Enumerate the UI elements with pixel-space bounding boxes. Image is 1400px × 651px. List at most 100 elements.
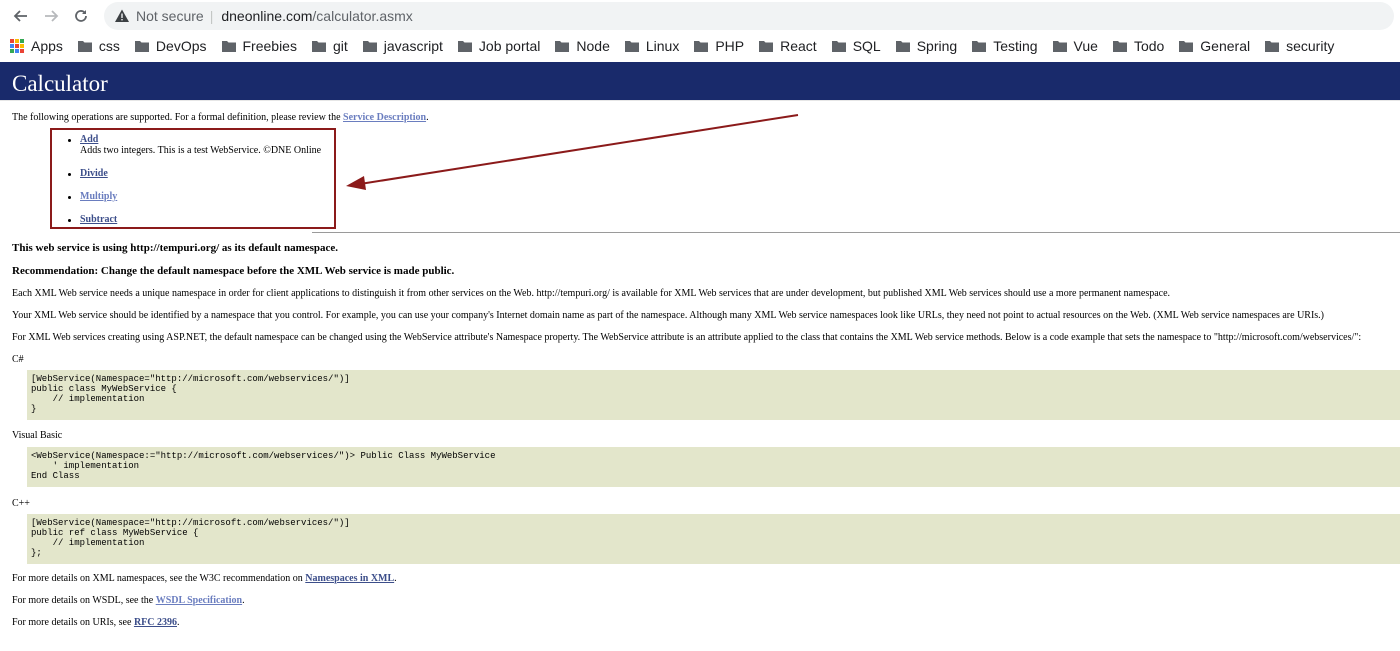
operation-link-multiply[interactable]: Multiply xyxy=(80,191,117,202)
bookmark-folder[interactable]: css xyxy=(77,38,120,54)
bookmark-label: css xyxy=(98,38,120,54)
folder-icon xyxy=(77,41,92,52)
reload-icon xyxy=(75,9,87,22)
folder-icon xyxy=(457,41,472,52)
folder-icon xyxy=(1052,41,1067,52)
operation-item: Multiply xyxy=(68,191,321,202)
more-xml-paragraph: For more details on XML namespaces, see … xyxy=(12,573,397,584)
wsdl-specification-link[interactable]: WSDL Specification xyxy=(156,595,242,606)
bookmark-label: Vue xyxy=(1073,38,1098,54)
code-language-csharp: C# xyxy=(12,354,24,365)
bookmark-label: Node xyxy=(576,38,610,54)
folder-icon xyxy=(362,41,377,52)
apps-grid-icon xyxy=(10,39,24,53)
bookmark-folder[interactable]: javascript xyxy=(362,38,443,54)
code-block-vb: <WebService(Namespace:="http://microsoft… xyxy=(27,447,1400,487)
bookmark-folder[interactable]: DevOps xyxy=(134,38,207,54)
paragraph-namespace-unique: Each XML Web service needs a unique name… xyxy=(12,288,1171,299)
bookmark-folder[interactable]: SQL xyxy=(831,38,881,54)
security-status: Not secure xyxy=(136,7,204,24)
forward-button[interactable] xyxy=(36,1,66,31)
operation-link-divide[interactable]: Divide xyxy=(80,168,108,179)
bookmark-label: git xyxy=(332,38,348,54)
namespace-notice: This web service is using http://tempuri… xyxy=(12,242,339,254)
folder-icon xyxy=(694,41,709,52)
operations-list: Add Adds two integers. This is a test Web… xyxy=(68,134,321,237)
bookmark-folder[interactable]: General xyxy=(1179,38,1250,54)
folder-icon xyxy=(555,41,570,52)
url-domain: dneonline.com xyxy=(221,7,313,24)
code-language-cpp: C++ xyxy=(12,498,30,509)
bookmark-label: Spring xyxy=(916,38,958,54)
bookmark-folder[interactable]: security xyxy=(1265,38,1334,54)
bookmark-folder[interactable]: Todo xyxy=(1112,38,1165,54)
warning-icon xyxy=(115,9,129,22)
bookmark-label: Testing xyxy=(993,38,1038,54)
folder-icon xyxy=(895,41,910,52)
bookmark-folder[interactable]: PHP xyxy=(694,38,744,54)
bookmark-label: Job portal xyxy=(478,38,541,54)
bookmark-folder[interactable]: Spring xyxy=(895,38,958,54)
folder-icon xyxy=(759,41,774,52)
address-bar[interactable]: Not secure | dneonline.com /calculator.a… xyxy=(104,1,1394,30)
bookmark-label: javascript xyxy=(383,38,443,54)
forward-arrow-icon xyxy=(45,9,59,22)
bookmarks-bar: Apps css DevOps Freebies git javascript Job po… xyxy=(0,31,1400,61)
more-wsdl-text: For more details on WSDL, see the xyxy=(12,595,156,606)
url-path: /calculator.asmx xyxy=(312,7,413,24)
operation-item: Divide xyxy=(68,168,321,179)
bookmark-label: Freebies xyxy=(242,38,297,54)
bookmark-folder[interactable]: Node xyxy=(555,38,610,54)
bookmark-apps[interactable]: Apps xyxy=(10,38,63,54)
bookmark-label: Linux xyxy=(645,38,680,54)
paragraph-namespace-control: Your XML Web service should be identifie… xyxy=(12,310,1325,321)
period: . xyxy=(177,617,180,628)
reload-button[interactable] xyxy=(66,1,96,31)
back-arrow-icon xyxy=(13,9,27,22)
folder-icon xyxy=(1265,41,1280,52)
operation-link-subtract[interactable]: Subtract xyxy=(80,214,117,225)
back-button[interactable] xyxy=(6,1,36,31)
bookmark-label: PHP xyxy=(715,38,745,54)
folder-icon xyxy=(1112,41,1127,52)
more-uri-paragraph: For more details on URIs, see RFC 2396. xyxy=(12,617,180,628)
bookmark-label: General xyxy=(1200,38,1251,54)
folder-icon xyxy=(831,41,846,52)
bookmark-folder[interactable]: Testing xyxy=(972,38,1038,54)
bookmark-label: DevOps xyxy=(155,38,207,54)
operation-item: Subtract xyxy=(68,214,321,225)
page-header: Calculator xyxy=(0,62,1400,101)
bookmark-label: React xyxy=(780,38,817,54)
more-wsdl-paragraph: For more details on WSDL, see the WSDL S… xyxy=(12,595,245,606)
bookmark-label: security xyxy=(1286,38,1335,54)
bookmark-folder[interactable]: React xyxy=(759,38,817,54)
code-language-vb: Visual Basic xyxy=(12,430,63,441)
page-title: Calculator xyxy=(12,71,108,96)
namespaces-in-xml-link[interactable]: Namespaces in XML xyxy=(305,573,394,584)
bookmark-label: Todo xyxy=(1133,38,1165,54)
operation-link-add[interactable]: Add xyxy=(80,134,98,145)
rfc-2396-link[interactable]: RFC 2396 xyxy=(134,617,177,628)
intro-text: The following operations are supported. … xyxy=(12,112,344,123)
period: . xyxy=(242,595,245,606)
folder-icon xyxy=(624,41,639,52)
bookmark-folder[interactable]: git xyxy=(311,38,348,54)
browser-toolbar: Not secure | dneonline.com /calculator.a… xyxy=(0,0,1400,31)
bookmark-folder[interactable]: Freebies xyxy=(221,38,297,54)
code-block-csharp: [WebService(Namespace="http://microsoft.… xyxy=(27,370,1400,420)
bookmark-label: Apps xyxy=(31,38,63,54)
folder-icon xyxy=(972,41,987,52)
url-separator: | xyxy=(209,7,214,24)
folder-icon xyxy=(1179,41,1194,52)
operation-description: Adds two integers. This is a test WebSer… xyxy=(80,145,322,156)
bookmark-folder[interactable]: Linux xyxy=(624,38,680,54)
period: . xyxy=(394,573,397,584)
folder-icon xyxy=(221,41,236,52)
more-uri-text: For more details on URIs, see xyxy=(12,617,134,628)
code-block-cpp: [WebService(Namespace="http://microsoft.… xyxy=(27,514,1400,564)
bookmark-folder[interactable]: Vue xyxy=(1052,38,1098,54)
folder-icon xyxy=(311,41,326,52)
more-xml-text: For more details on XML namespaces, see … xyxy=(12,573,306,584)
recommendation: Recommendation: Change the default names… xyxy=(12,265,455,277)
bookmark-folder[interactable]: Job portal xyxy=(457,38,541,54)
